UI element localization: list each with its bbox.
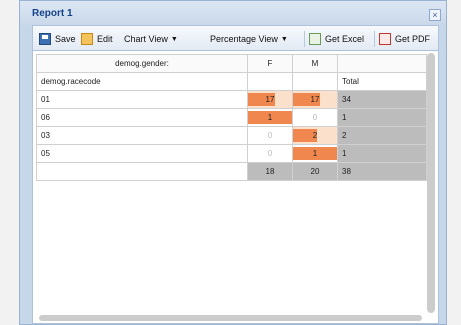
window-titlebar[interactable]: Report 1 ×	[20, 1, 446, 25]
report-window: Report 1 × Save Edit Chart View ▼ Percen…	[19, 0, 447, 325]
total-f: 18	[247, 162, 293, 181]
window-title: Report 1	[32, 8, 73, 19]
column-header-f: F	[247, 54, 293, 73]
grand-total: 38	[337, 162, 427, 181]
cell-m[interactable]: 2	[292, 126, 338, 145]
chevron-down-icon: ▼	[170, 35, 178, 43]
percentage-view-label: Percentage View	[210, 34, 278, 44]
chart-view-label: Chart View	[124, 34, 168, 44]
toolbar-separator	[304, 31, 305, 47]
cell-f[interactable]: 0	[247, 126, 293, 145]
total-header: Total	[337, 72, 427, 91]
table-totals-row: 18 20 38	[36, 162, 427, 181]
empty-cell	[292, 72, 338, 91]
row-variable: demog.racecode	[36, 72, 248, 91]
cell-f[interactable]: 17	[247, 90, 293, 109]
get-excel-button[interactable]: Get Excel	[309, 32, 364, 46]
row-total: 1	[337, 144, 427, 163]
toolbar-separator	[374, 31, 375, 47]
floppy-disk-icon	[39, 33, 51, 45]
row-total: 1	[337, 108, 427, 127]
table-row: 06 1 0 1	[36, 108, 427, 127]
cell-f[interactable]: 1	[247, 108, 293, 127]
get-pdf-label: Get PDF	[395, 34, 431, 44]
pdf-icon	[379, 33, 391, 45]
toolbar: Save Edit Chart View ▼ Percentage View ▼…	[32, 25, 439, 51]
edit-icon	[81, 33, 93, 45]
row-total: 2	[337, 126, 427, 145]
column-header-m: M	[292, 54, 338, 73]
chart-view-dropdown[interactable]: Chart View ▼	[124, 32, 178, 46]
row-code: 06	[36, 108, 248, 127]
table-row: 05 0 1 1	[36, 144, 427, 163]
row-code: 01	[36, 90, 248, 109]
percentage-view-dropdown[interactable]: Percentage View ▼	[210, 32, 288, 46]
excel-icon	[309, 33, 321, 45]
get-pdf-button[interactable]: Get PDF	[379, 32, 430, 46]
row-code: 05	[36, 144, 248, 163]
table-subheader-row: demog.racecode Total	[36, 72, 427, 91]
empty-cell	[247, 72, 293, 91]
column-header-blank	[337, 54, 427, 73]
chevron-down-icon: ▼	[280, 35, 288, 43]
cell-f[interactable]: 0	[247, 144, 293, 163]
table-row: 03 0 2 2	[36, 126, 427, 145]
table-header-row: demog.gender: F M	[36, 54, 427, 73]
column-variable: demog.gender:	[36, 54, 248, 73]
cell-m[interactable]: 1	[292, 144, 338, 163]
cell-m[interactable]: 17	[292, 90, 338, 109]
row-code: 03	[36, 126, 248, 145]
save-label: Save	[55, 34, 76, 44]
horizontal-scrollbar[interactable]	[39, 315, 422, 321]
empty-cell	[36, 162, 248, 181]
edit-button[interactable]: Edit	[81, 32, 113, 46]
edit-label: Edit	[97, 34, 113, 44]
total-m: 20	[292, 162, 338, 181]
table-row: 01 17 17 34	[36, 90, 427, 109]
close-icon[interactable]: ×	[429, 9, 441, 21]
crosstab-table: demog.gender: F M demog.racecode Total 0…	[36, 54, 427, 181]
save-button[interactable]: Save	[39, 32, 76, 46]
cell-m[interactable]: 0	[292, 108, 338, 127]
vertical-scrollbar[interactable]	[427, 53, 435, 313]
report-body: demog.gender: F M demog.racecode Total 0…	[32, 51, 439, 324]
row-total: 34	[337, 90, 427, 109]
get-excel-label: Get Excel	[325, 34, 365, 44]
